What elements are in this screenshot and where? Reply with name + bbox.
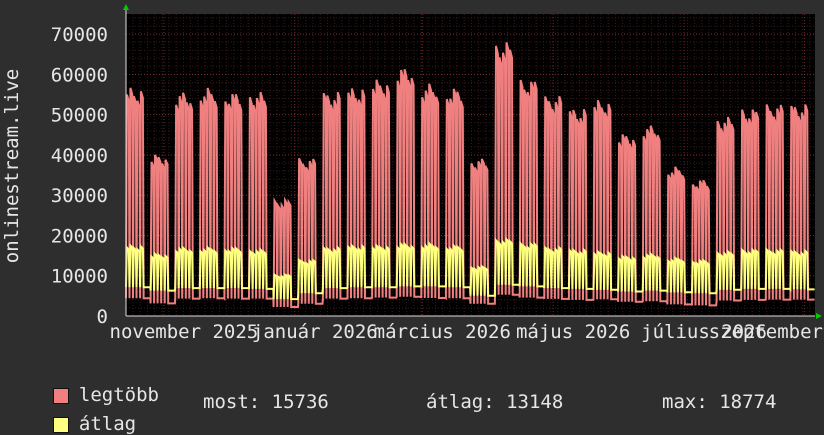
legend-item-avg: átlag <box>30 391 136 435</box>
y-tick-label: 70000 <box>51 24 108 46</box>
stat-now: most: 15736 <box>203 391 329 413</box>
y-tick-label: 60000 <box>51 64 108 86</box>
stat-max: max: 18774 <box>662 391 777 413</box>
stat-average: átlag: 13148 <box>426 391 564 413</box>
y-tick-label: 10000 <box>51 266 108 288</box>
x-axis-arrow <box>816 313 822 319</box>
y-axis-label: onlinestream.live <box>1 69 23 263</box>
y-tick-label: 30000 <box>51 185 108 207</box>
x-tick-label: március 2026 <box>374 321 511 343</box>
y-tick-label: 20000 <box>51 225 108 247</box>
y-tick-label: 0 <box>97 306 108 328</box>
y-tick-label: 40000 <box>51 145 108 167</box>
y-axis-arrow <box>123 4 129 10</box>
y-tick-label: 50000 <box>51 105 108 127</box>
x-tick-label: május 2026 <box>516 321 630 343</box>
legend-swatch-avg <box>52 416 69 433</box>
x-tick-label: november 2025 <box>110 321 259 343</box>
x-tick-label: szeptember <box>709 321 823 343</box>
legend-label-avg: átlag <box>78 413 137 435</box>
x-tick-label: január 2026 <box>252 321 378 343</box>
